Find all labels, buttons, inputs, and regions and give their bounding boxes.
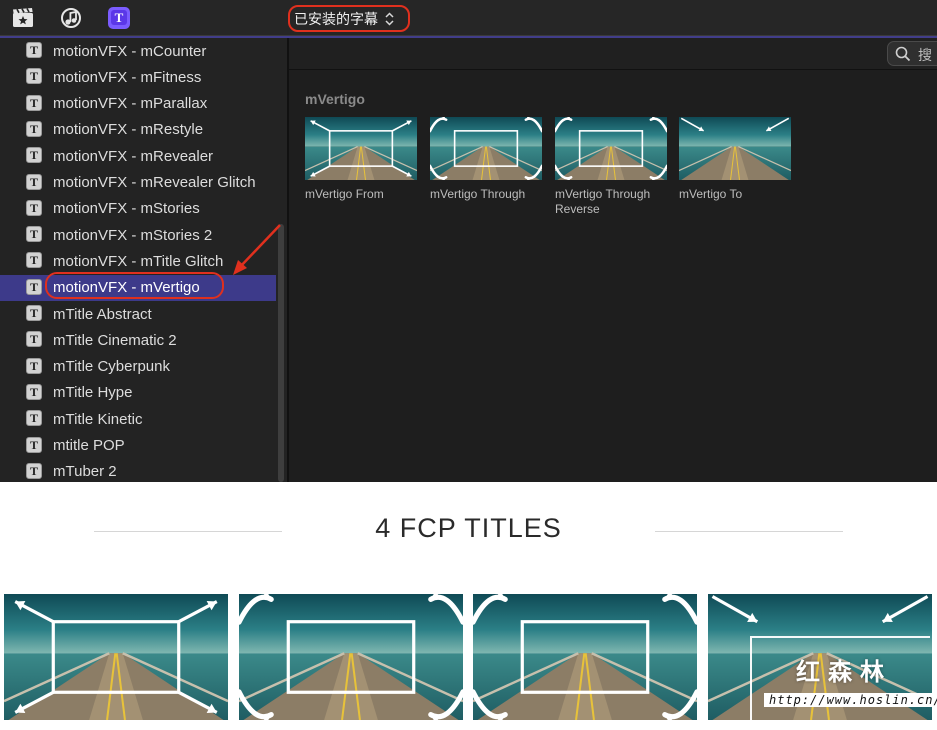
motion-arrows-overlay bbox=[14, 600, 218, 714]
title-type-icon: T bbox=[26, 68, 42, 85]
library-dropdown[interactable]: 已安装的字幕 bbox=[288, 5, 410, 32]
motion-arrows-overlay bbox=[473, 594, 697, 720]
sidebar-item-label: mTuber 2 bbox=[53, 463, 117, 481]
sidebar-item[interactable]: TmotionVFX - mStories bbox=[0, 196, 276, 222]
sidebar-item[interactable]: TmTitle Cyberpunk bbox=[0, 354, 276, 380]
browser-pane: 搜 mVertigo mVertigo From mVertigo Throug… bbox=[289, 38, 937, 482]
titles-glyph bbox=[108, 7, 130, 29]
motion-arrows-overlay bbox=[430, 117, 542, 180]
sidebar-item[interactable]: TmotionVFX - mRevealer Glitch bbox=[0, 170, 276, 196]
title-thumbnail-label: mVertigo From bbox=[305, 187, 384, 201]
library-dropdown-label: 已安装的字幕 bbox=[294, 10, 378, 27]
sidebar-item-label: mTitle Abstract bbox=[53, 305, 152, 323]
title-type-icon: T bbox=[26, 410, 42, 427]
sidebar-item-label: motionVFX - mTitle Glitch bbox=[53, 252, 224, 270]
sidebar-item-label: motionVFX - mCounter bbox=[53, 42, 207, 60]
title-thumbnail-label: mVertigo To bbox=[679, 187, 743, 201]
title-type-icon: T bbox=[26, 383, 42, 400]
sidebar-item-label: mTitle Kinetic bbox=[53, 410, 143, 428]
sidebar-item-label: motionVFX - mStories 2 bbox=[53, 226, 213, 244]
search-field[interactable]: 搜 bbox=[887, 41, 937, 66]
title-type-icon: T bbox=[26, 42, 42, 58]
title-type-icon: T bbox=[26, 94, 42, 111]
toolbar: 已安装的字幕 bbox=[0, 0, 937, 36]
sidebar-item[interactable]: TmTitle Hype bbox=[0, 380, 276, 406]
sidebar-item[interactable]: TmotionVFX - mParallax bbox=[0, 91, 276, 117]
title-type-icon: T bbox=[26, 462, 42, 479]
promo-thumbnail bbox=[4, 594, 228, 720]
sidebar-item-label: motionVFX - mFitness bbox=[53, 68, 202, 86]
motion-arrows-overlay bbox=[555, 117, 667, 180]
screenshot: 已安装的字幕 TmTuber 2Tmtitle POPTmTitle Kinet… bbox=[0, 0, 937, 730]
sidebar-item-label: mTitle Cyberpunk bbox=[53, 358, 170, 376]
promo-thumbnail bbox=[473, 594, 697, 720]
watermark-name: 红森林 bbox=[796, 659, 892, 686]
search-placeholder: 搜 bbox=[918, 47, 932, 63]
music-icon[interactable] bbox=[59, 6, 83, 30]
motion-arrows-overlay bbox=[239, 594, 463, 720]
title-type-icon: T bbox=[26, 120, 42, 137]
selection-annotation-oval bbox=[45, 272, 224, 299]
title-thumbnail[interactable] bbox=[430, 117, 542, 180]
title-thumbnail-label: mVertigo Through bbox=[430, 187, 526, 201]
title-thumbnail-label: mVertigo Through Reverse bbox=[555, 187, 651, 216]
motion-arrows-overlay bbox=[310, 120, 412, 177]
sidebar-item-label: motionVFX - mRestyle bbox=[53, 121, 204, 139]
sidebar-item-label: mTitle Cinematic 2 bbox=[53, 331, 177, 349]
promo-thumbnail bbox=[239, 594, 463, 720]
title-type-icon: T bbox=[26, 226, 42, 243]
promo-heading: 4 FCP TITLES bbox=[375, 513, 562, 543]
sidebar-item[interactable]: TmTuber 2 bbox=[0, 459, 276, 482]
sidebar-item-label: motionVFX - mRevealer Glitch bbox=[53, 174, 256, 191]
title-type-icon: T bbox=[26, 305, 42, 321]
fcp-browser-window: 已安装的字幕 TmTuber 2Tmtitle POPTmTitle Kinet… bbox=[0, 0, 937, 482]
title-thumbnail[interactable] bbox=[679, 117, 791, 180]
titles-icon[interactable] bbox=[107, 6, 131, 30]
sidebar-item[interactable]: TmotionVFX - mRestyle bbox=[0, 117, 276, 143]
sidebar-item-label: mtitle POP bbox=[53, 437, 125, 454]
title-thumbnail[interactable] bbox=[305, 117, 417, 180]
sidebar-item-label: motionVFX - mStories bbox=[53, 200, 200, 218]
sidebar-item-label: motionVFX - mParallax bbox=[53, 95, 208, 113]
title-type-icon: T bbox=[26, 173, 42, 190]
title-type-icon: T bbox=[26, 278, 42, 295]
sidebar-item-label: mTitle Hype bbox=[53, 384, 133, 402]
media-browser-icon[interactable] bbox=[11, 6, 35, 30]
watermark-url: http://www.hoslin.cn/ bbox=[764, 693, 937, 707]
title-type-icon: T bbox=[26, 199, 42, 216]
group-label: mVertigo bbox=[305, 91, 365, 107]
sidebar-item[interactable]: TmotionVFX - mCounter bbox=[0, 38, 276, 64]
motion-arrows-overlay bbox=[680, 117, 790, 132]
title-thumbnail[interactable] bbox=[555, 117, 667, 180]
watermark: 红森林 http://www.hoslin.cn/ bbox=[750, 636, 937, 730]
sidebar-item[interactable]: TmotionVFX - mFitness bbox=[0, 64, 276, 90]
sidebar-item[interactable]: Tmtitle POP bbox=[0, 433, 276, 459]
search-icon bbox=[895, 46, 911, 62]
sidebar-item[interactable]: TmTitle Abstract bbox=[0, 301, 276, 327]
title-type-icon: T bbox=[26, 331, 42, 348]
sidebar-item[interactable]: TmTitle Kinetic bbox=[0, 406, 276, 432]
annotation-arrow bbox=[233, 224, 281, 275]
chevron-updown-icon bbox=[385, 11, 394, 26]
title-type-icon: T bbox=[26, 147, 42, 164]
sidebar-item[interactable]: TmotionVFX - mRevealer bbox=[0, 143, 276, 169]
title-type-icon: T bbox=[26, 252, 42, 269]
sidebar-item[interactable]: TmTitle Cinematic 2 bbox=[0, 327, 276, 353]
browser-header: 搜 bbox=[289, 38, 937, 70]
title-type-icon: T bbox=[26, 436, 42, 453]
sidebar-item-label: motionVFX - mRevealer bbox=[53, 147, 214, 165]
title-type-icon: T bbox=[26, 357, 42, 374]
